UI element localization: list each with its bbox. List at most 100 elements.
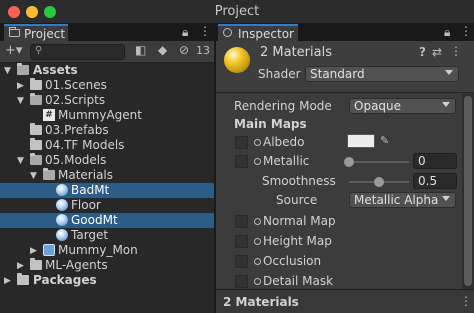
tree-item-label: Materials [58,168,114,182]
tree-item-prefabs[interactable]: 03.Prefabs [0,123,214,138]
albedo-texture-slot[interactable] [235,136,248,149]
metallic-value-field[interactable]: 0 [413,153,457,169]
filter-by-label-icon[interactable]: ◆ [158,43,167,57]
chevron-down-icon [442,102,450,107]
normal-map-texture-slot[interactable] [235,215,248,228]
texture-picker-icon[interactable] [254,218,261,225]
main-maps-heading: Main Maps [234,117,307,131]
chevron-down-icon [442,196,450,201]
folder-icon [30,78,42,90]
expand-arrow-icon[interactable]: ▼ [17,156,24,166]
tree-item-mummy-mon[interactable]: ▶ Mummy_Mon [0,243,214,258]
material-icon [56,229,68,241]
tree-item-label: Assets [33,63,78,77]
kebab-menu-icon[interactable]: ⋮ [199,24,211,38]
occlusion-texture-slot[interactable] [235,255,248,268]
add-asset-button[interactable]: +▾ [5,43,22,58]
material-icon [56,214,68,226]
tree-item-materials[interactable]: ▼ Materials [0,168,214,183]
presets-icon[interactable]: ⇄ [432,45,442,59]
hidden-packages-count: 13 [196,44,210,57]
eyedropper-icon[interactable]: ✎ [380,134,389,147]
height-map-texture-slot[interactable] [235,235,248,248]
search-icon: ⚲ [35,45,43,56]
expand-arrow-icon[interactable]: ▼ [17,96,24,106]
rendering-mode-label: Rendering Mode [234,99,332,113]
tree-item-scenes[interactable]: ▶ 01.Scenes [0,78,214,93]
lock-icon[interactable]: 🔒︎ [444,25,450,40]
albedo-label: Albedo [263,135,305,149]
tree-item-goodmt[interactable]: GoodMt [0,213,214,228]
tab-inspector[interactable]: Inspector [218,24,298,41]
tree-item-mummyagent[interactable]: # MummyAgent [0,108,214,123]
folder-icon [30,258,42,270]
height-map-label: Height Map [263,234,332,248]
expand-arrow-icon[interactable]: ▼ [4,66,11,76]
shader-label: Shader [258,67,301,81]
detail-mask-texture-slot[interactable] [235,275,248,288]
project-toolbar: +▾ ⚲ ◧ ◆ ⊘ 13 [0,41,214,63]
inspector-scrollbar[interactable] [462,94,474,289]
material-icon [56,184,68,196]
kebab-menu-icon[interactable]: ⋮ [450,44,462,58]
tree-item-badmt[interactable]: BadMt [0,183,214,198]
kebab-menu-icon[interactable]: ⋮ [460,294,472,308]
filter-by-type-icon[interactable]: ◧ [135,43,146,57]
project-panel: Project 🔒︎ ⋮ +▾ ⚲ ◧ ◆ ⊘ 13 ▼ Assets ▶ 01… [0,24,214,313]
source-label: Source [276,193,318,207]
folder-icon [30,123,42,135]
metallic-texture-slot[interactable] [235,155,248,168]
source-dropdown[interactable]: Metallic Alpha [349,192,456,208]
project-tabbar: Project 🔒︎ ⋮ [0,24,214,41]
metallic-slider-track[interactable] [349,161,409,163]
texture-picker-icon[interactable] [254,238,261,245]
tree-item-floor[interactable]: Floor [0,198,214,213]
tree-item-label: MummyAgent [58,108,142,122]
tree-item-tf-models[interactable]: 04.TF Models [0,138,214,153]
texture-picker-icon[interactable] [254,258,261,265]
script-icon: # [43,109,55,121]
expand-arrow-icon[interactable]: ▶ [17,261,24,271]
tree-item-scripts[interactable]: ▼ 02.Scripts [0,93,214,108]
tree-item-label: 05.Models [45,153,107,167]
tree-item-assets[interactable]: ▼ Assets [0,63,214,78]
kebab-menu-icon[interactable]: ⋮ [460,24,472,38]
expand-arrow-icon[interactable]: ▼ [30,171,37,181]
smoothness-value-field[interactable]: 0.5 [413,173,457,189]
tree-item-target[interactable]: Target [0,228,214,243]
rendering-mode-value: Opaque [354,99,402,113]
tree-item-label: GoodMt [71,213,118,227]
tab-project[interactable]: Project [4,24,68,41]
texture-picker-icon[interactable] [254,158,261,165]
texture-picker-icon[interactable] [254,278,261,285]
tree-item-label: 04.TF Models [45,138,125,152]
shader-dropdown[interactable]: Standard [305,66,459,82]
folder-icon [17,273,29,285]
expand-arrow-icon[interactable]: ▶ [30,246,37,256]
metallic-slider-handle[interactable] [344,157,354,167]
shader-value: Standard [310,67,365,81]
tree-item-label: 03.Prefabs [45,123,109,137]
texture-picker-icon[interactable] [254,139,261,146]
folder-icon [30,138,42,150]
occlusion-label: Occlusion [263,254,322,268]
albedo-color-swatch[interactable] [347,134,375,148]
project-search-input[interactable]: ⚲ [30,44,125,60]
expand-arrow-icon[interactable]: ▶ [17,81,24,91]
folder-tab-icon [9,27,20,37]
tree-item-ml-agents[interactable]: ▶ ML-Agents [0,258,214,273]
lock-icon[interactable]: 🔒︎ [182,25,188,40]
tree-item-label: Packages [33,273,97,287]
rendering-mode-dropdown[interactable]: Opaque [349,98,456,114]
hidden-packages-icon[interactable]: ⊘ [179,43,189,57]
tab-inspector-label: Inspector [238,27,294,41]
smoothness-slider-handle[interactable] [374,177,384,187]
material-properties: Rendering Mode Opaque Main Maps Albedo ✎… [216,94,474,289]
tree-item-models[interactable]: ▼ 05.Models [0,153,214,168]
tree-item-packages[interactable]: ▶ Packages [0,273,214,288]
inspector-panel: Inspector 🔒︎ ⋮ 2 Materials ? ⇄ ⋮ Shader … [216,24,474,313]
scrollbar-thumb[interactable] [464,96,472,286]
expand-arrow-icon[interactable]: ▶ [4,276,11,286]
prefab-icon [43,244,55,256]
help-icon[interactable]: ? [419,45,426,59]
